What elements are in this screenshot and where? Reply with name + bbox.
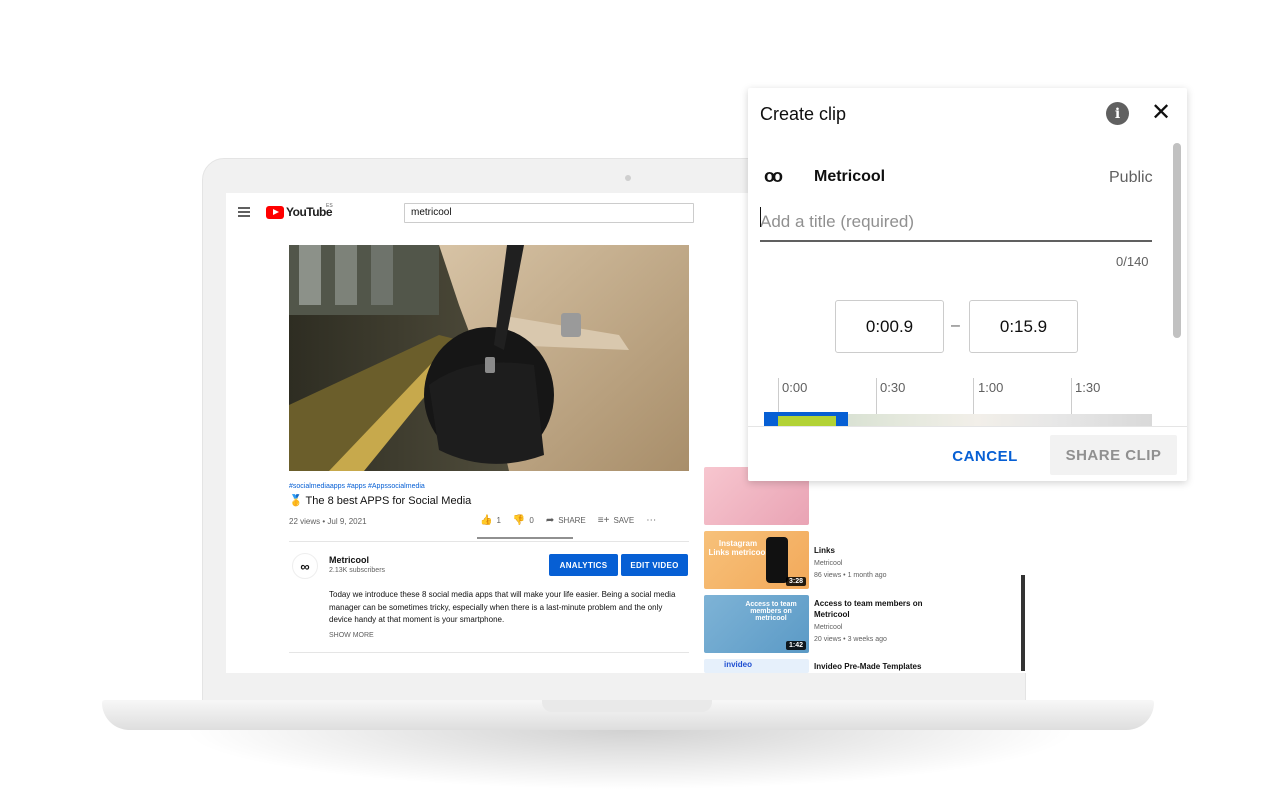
timeline-tick-label: 0:00 [782,380,808,395]
like-ratio-bar [477,537,573,539]
clip-start-time[interactable]: 0:00.9 [835,300,944,353]
sidebar-video-title[interactable]: Access to team members on Metricool [814,598,944,620]
analytics-button[interactable]: ANALYTICS [549,554,618,576]
share-button[interactable]: ➦ SHARE [546,515,586,526]
thumbs-up-icon: 👍 [480,515,493,526]
duration-badge: 1:42 [785,641,806,650]
edit-video-button[interactable]: EDIT VIDEO [621,554,688,576]
video-player[interactable] [289,245,689,471]
laptop-camera [625,175,631,181]
like-count: 1 [496,516,501,525]
sidebar-channel: Metricool [814,624,843,631]
timeline-tick [1071,378,1072,414]
close-icon[interactable]: ✕ [1151,98,1171,128]
divider [748,426,1187,427]
thumbnail-text: Access to team members on metricool [745,601,797,622]
timeline-tick [973,378,974,414]
youtube-logo[interactable]: YouTube ES [266,203,333,219]
character-counter: 0/140 [1116,254,1149,269]
info-icon[interactable]: i [1106,102,1129,125]
time-separator: – [951,317,960,334]
divider [289,541,689,542]
save-button[interactable]: ≡+ SAVE [598,515,634,526]
video-title: 🥇 The 8 best APPS for Social Media [289,495,472,507]
thumbs-down-icon: 👎 [512,515,526,526]
text-cursor [760,207,761,227]
thumbnail-text: Instagram Links metricool [708,539,768,557]
metricool-logo-icon: oo [764,166,783,186]
sidebar-thumbnail[interactable]: invideo [704,659,809,673]
timeline-tick [778,378,779,414]
channel-avatar[interactable]: ∞ [292,553,318,579]
dialog-title: Create clip [760,104,847,124]
dialog-scrollbar[interactable] [1173,143,1181,338]
share-clip-button[interactable]: SHARE CLIP [1050,435,1177,475]
video-actions: 👍 1 👎 0 ➦ SHARE ≡+ SAVE ⋯ [480,515,656,526]
more-button[interactable]: ⋯ [646,515,656,526]
video-hashtags[interactable]: #socialmediaapps #apps #Appssocialmedia [289,483,425,490]
save-label: SAVE [613,516,635,525]
dislike-count: 0 [529,516,534,525]
sidebar-channel: Metricool [814,560,843,567]
thumbnail-text: invideo [724,660,753,669]
duration-badge: 3:28 [785,577,806,586]
clip-selection-range [778,416,836,426]
clip-title-input[interactable] [760,204,1152,242]
laptop-notch [542,700,712,712]
more-icon: ⋯ [646,515,657,526]
dislike-button[interactable]: 👎 0 [513,515,534,526]
video-frame [289,245,689,471]
visibility-label: Public [1109,169,1153,186]
sidebar-scrollbar[interactable] [1021,575,1025,671]
sidebar-thumbnail[interactable]: Instagram Links metricool 3:28 [704,531,809,589]
sidebar-stats: 86 views • 1 month ago [814,572,887,579]
timeline-tick-label: 1:00 [978,380,1004,395]
timeline-tick-label: 1:30 [1075,380,1101,395]
video-meta: 22 views • Jul 9, 2021 [289,517,367,526]
subscriber-count: 2.13K subscribers [329,567,386,574]
metricool-logo-icon: ∞ [300,558,310,574]
timeline-tick-label: 0:30 [880,380,906,395]
clip-end-time[interactable]: 0:15.9 [969,300,1078,353]
youtube-play-icon [266,205,284,219]
menu-icon[interactable] [238,207,250,217]
cancel-button[interactable]: CANCEL [940,438,1030,474]
share-icon: ➦ [545,515,555,526]
timeline-tick [876,378,877,414]
channel-name[interactable]: Metricool [329,555,369,565]
create-clip-dialog: Create clip i ✕ oo Metricool Public 0/14… [748,88,1187,481]
sidebar-thumbnail[interactable]: Access to team members on metricool 1:42 [704,595,809,653]
sidebar-video-title[interactable]: Links [814,545,944,556]
sidebar-stats: 20 views • 3 weeks ago [814,636,887,643]
clip-channel-name: Metricool [814,168,886,185]
show-more-button[interactable]: SHOW MORE [329,632,374,639]
region-code: ES [326,203,333,209]
like-button[interactable]: 👍 1 [480,515,501,526]
video-description: Today we introduce these 8 social media … [329,590,676,624]
divider [289,652,689,653]
search-input[interactable]: metricool [404,203,694,223]
playlist-add-icon: ≡+ [597,515,610,526]
phone-image [766,537,788,583]
sidebar-video-title[interactable]: Invideo Pre-Made Templates [814,661,944,672]
share-label: SHARE [558,516,586,525]
laptop-shadow [180,730,1080,790]
